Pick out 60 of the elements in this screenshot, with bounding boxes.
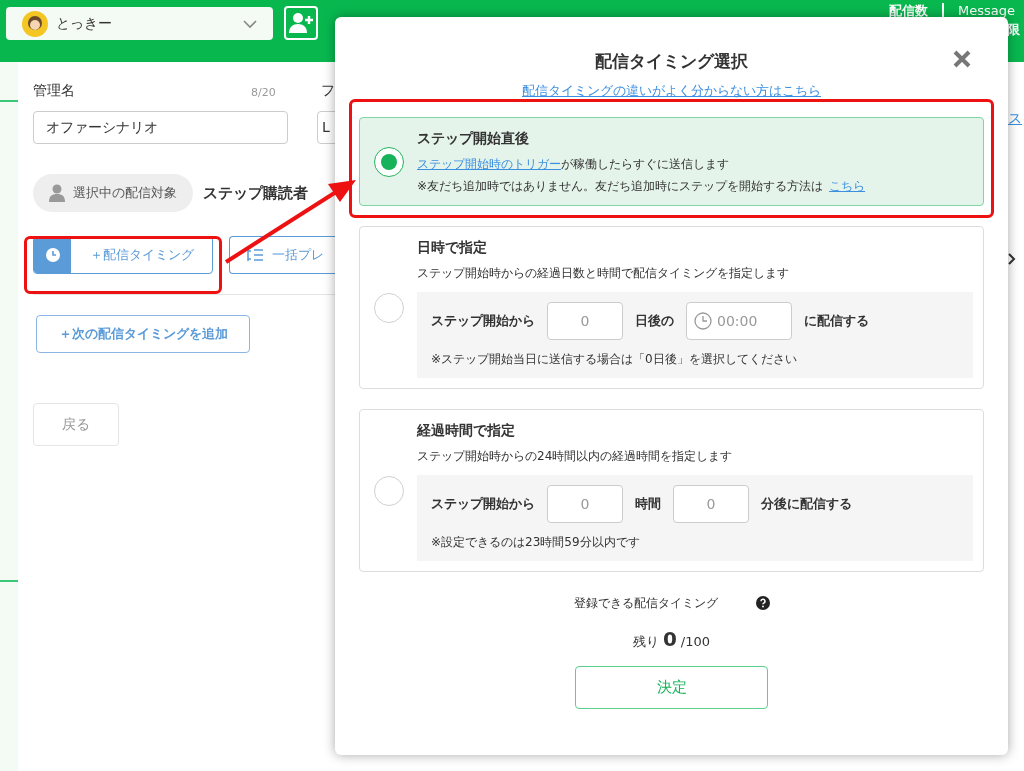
trigger-link[interactable]: ステップ開始時のトリガー (417, 155, 561, 173)
number-field[interactable]: 0 (547, 485, 623, 523)
side-link[interactable]: ス (1008, 108, 1022, 129)
option-note: ※友だち追加時ではありません。友だち追加時にステップを開始する方法は (417, 178, 824, 195)
char-count: 8/20 (251, 84, 277, 101)
help-icon[interactable] (755, 596, 770, 610)
remaining-count: 0 (662, 626, 677, 653)
back-button[interactable]: 戻る (33, 403, 119, 446)
account-name: とっきー (56, 14, 113, 33)
target-value: ステップ購読者 (203, 182, 308, 204)
radio-button[interactable] (373, 475, 404, 506)
timing-option[interactable]: 日時で指定 ステップ開始時からの経過日数と時間で配信タイミングを指定します ステップ開始から 0 日後の 00:00 に配信する ※ステップ開始当日に送信する場合は「0日後」を選択してください (359, 226, 984, 389)
clock-icon (694, 312, 712, 330)
option-title: ステップ開始直後 (417, 129, 530, 148)
add-timing-button[interactable]: ＋配信タイミング (33, 236, 213, 274)
remaining-label: 残り (632, 633, 659, 651)
number-field[interactable]: 0 (547, 302, 623, 340)
dialog-title: 配信タイミング選択 (595, 50, 748, 73)
target-pill: 選択中の配信対象 (33, 174, 193, 212)
field-label: ステップ開始から (430, 312, 536, 331)
timing-option[interactable]: 経過時間で指定 ステップ開始時からの24時間以内の経過時間を指定します ステップ開始から 0 時間 0 分後に配信する ※設定できるのは23時間59分以内です (359, 409, 984, 572)
option-title: 経過時間で指定 (417, 421, 516, 440)
name-field[interactable]: オファーシナリオ (33, 111, 288, 144)
option-description: が稼働したらすぐに送信します (561, 156, 729, 173)
option-title: 日時で指定 (417, 238, 488, 257)
stat-label: 限 (1007, 21, 1021, 39)
field-label: 管理名 (33, 81, 75, 100)
timing-option[interactable]: ステップ開始直後 ステップ開始時のトリガーが稼働したらすぐに送信します ※友だち追加時ではありません。友だち追加時にステップを開始する方法は こちら (359, 117, 984, 206)
person-icon (49, 184, 65, 202)
field-label: 分後に配信する (760, 495, 853, 514)
clock-icon (44, 247, 61, 263)
number-field[interactable]: 0 (673, 485, 749, 523)
note-link[interactable]: こちら (829, 177, 866, 195)
option-note: ※ステップ開始当日に送信する場合は「0日後」を選択してください (430, 351, 798, 368)
field-label: に配信する (803, 312, 870, 331)
field-label: 日後の (634, 312, 675, 331)
stat-label: Message (958, 2, 1016, 20)
help-link[interactable]: 配信タイミングの違いがよく分からない方はこちら (522, 80, 821, 100)
option-description: ステップ開始時からの経過日数と時間で配信タイミングを指定します (417, 265, 790, 282)
radio-button[interactable] (373, 292, 404, 323)
add-next-timing-button[interactable]: ＋次の配信タイミングを追加 (36, 315, 250, 353)
confirm-button[interactable]: 決定 (575, 666, 768, 709)
add-friend-button[interactable] (284, 6, 318, 40)
remaining-total: /100 (680, 633, 711, 651)
close-icon (952, 49, 972, 69)
radio-button[interactable] (373, 146, 404, 177)
field-label: ステップ開始から (430, 495, 536, 514)
time-field[interactable]: 00:00 (686, 302, 792, 340)
option-note: ※設定できるのは23時間59分以内です (430, 534, 641, 551)
chevron-down-icon (243, 18, 257, 29)
chevron-right-icon (1008, 253, 1016, 265)
avatar-icon (22, 10, 48, 37)
list-icon (246, 247, 264, 263)
quota-label: 登録できる配信タイミング (573, 595, 718, 612)
account-select[interactable]: とっきー (6, 7, 273, 40)
add-user-icon (288, 12, 314, 34)
field-label: 時間 (634, 495, 662, 514)
option-description: ステップ開始時からの24時間以内の経過時間を指定します (417, 448, 734, 465)
stat-label: 配信数 (889, 2, 928, 20)
field-label: フ (321, 81, 335, 100)
